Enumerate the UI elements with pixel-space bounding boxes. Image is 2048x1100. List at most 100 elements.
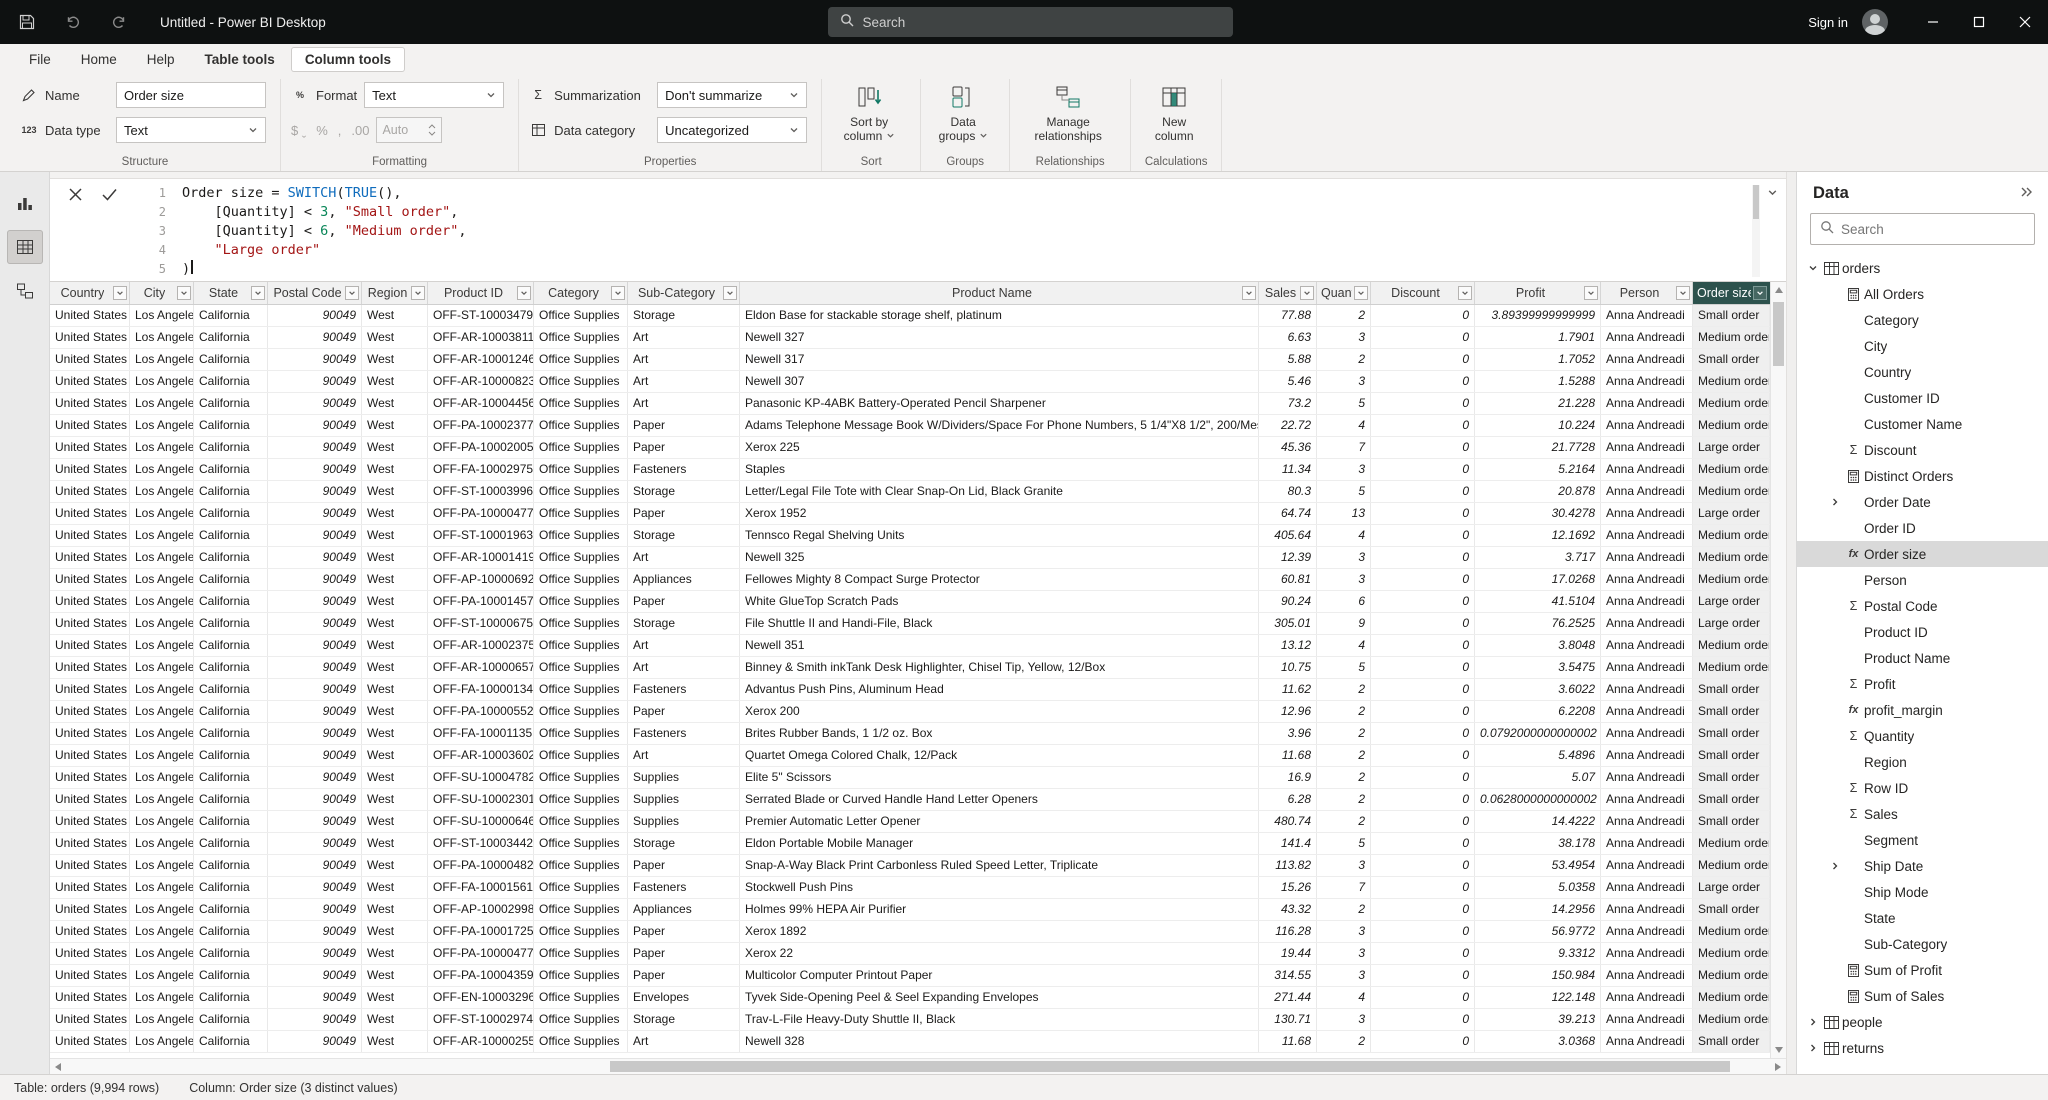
table-cell[interactable]: Fasteners (628, 679, 740, 700)
table-cell[interactable]: United States (50, 415, 130, 436)
table-cell[interactable]: Los Angeles (130, 481, 194, 502)
chevron-right-icon[interactable] (1805, 1017, 1821, 1027)
table-cell[interactable]: Los Angeles (130, 393, 194, 414)
table-cell[interactable]: Los Angeles (130, 349, 194, 370)
table-cell[interactable]: 90049 (268, 1009, 362, 1030)
table-cell[interactable]: 16.9 (1259, 767, 1317, 788)
table-cell[interactable]: Holmes 99% HEPA Air Purifier (740, 899, 1259, 920)
table-cell[interactable]: Letter/Legal File Tote with Clear Snap-O… (740, 481, 1259, 502)
filter-icon[interactable] (1354, 286, 1368, 300)
table-cell[interactable]: Xerox 22 (740, 943, 1259, 964)
table-cell[interactable]: United States (50, 789, 130, 810)
table-cell[interactable]: West (362, 569, 428, 590)
column-header-product-name[interactable]: Product Name (740, 282, 1259, 304)
table-cell[interactable]: West (362, 1031, 428, 1052)
table-cell[interactable]: OFF-AP-10002998 (428, 899, 534, 920)
field-item-ship-date[interactable]: Ship Date (1797, 853, 2048, 879)
table-cell[interactable]: Xerox 1952 (740, 503, 1259, 524)
table-cell[interactable]: Paper (628, 855, 740, 876)
table-cell[interactable]: United States (50, 481, 130, 502)
table-cell[interactable]: 2 (1317, 679, 1371, 700)
table-cell[interactable]: West (362, 481, 428, 502)
table-cell[interactable]: 4 (1317, 525, 1371, 546)
table-cell[interactable]: Large order (1693, 437, 1770, 458)
table-cell[interactable]: Los Angeles (130, 855, 194, 876)
column-header-postal-code[interactable]: Postal Code (268, 282, 362, 304)
table-cell[interactable]: OFF-PA-10004359 (428, 965, 534, 986)
table-cell[interactable]: Anna Andreadi (1601, 613, 1693, 634)
field-item-country[interactable]: Country (1797, 359, 2048, 385)
table-cell[interactable]: 0 (1371, 877, 1475, 898)
avatar[interactable] (1862, 9, 1888, 35)
table-cell[interactable]: 3.96 (1259, 723, 1317, 744)
table-cell[interactable]: 90049 (268, 679, 362, 700)
table-cell[interactable]: Newell 325 (740, 547, 1259, 568)
table-cell[interactable]: West (362, 745, 428, 766)
table-cell[interactable]: 0 (1371, 855, 1475, 876)
column-header-region[interactable]: Region (362, 282, 428, 304)
table-cell[interactable]: United States (50, 877, 130, 898)
table-cell[interactable]: Art (628, 349, 740, 370)
table-cell[interactable]: OFF-PA-10001457 (428, 591, 534, 612)
chevron-right-icon[interactable] (1827, 497, 1843, 507)
table-cell[interactable]: Tennsco Regal Shelving Units (740, 525, 1259, 546)
table-cell[interactable]: 1.7901 (1475, 327, 1601, 348)
table-cell[interactable]: Los Angeles (130, 613, 194, 634)
field-item-all-orders[interactable]: All Orders (1797, 281, 2048, 307)
table-cell[interactable]: West (362, 613, 428, 634)
field-item-sub-category[interactable]: Sub-Category (1797, 931, 2048, 957)
table-cell[interactable]: 77.88 (1259, 305, 1317, 326)
table-cell[interactable]: 90049 (268, 591, 362, 612)
table-cell[interactable]: Office Supplies (534, 1031, 628, 1052)
column-header-state[interactable]: State (194, 282, 268, 304)
table-cell[interactable]: 3 (1317, 547, 1371, 568)
table-cell[interactable]: Medium order (1693, 635, 1770, 656)
filter-icon[interactable] (517, 286, 531, 300)
table-cell[interactable]: California (194, 1009, 268, 1030)
table-cell[interactable]: Office Supplies (534, 855, 628, 876)
table-cell[interactable]: California (194, 393, 268, 414)
table-cell[interactable]: United States (50, 723, 130, 744)
table-cell[interactable]: Los Angeles (130, 767, 194, 788)
table-cell[interactable]: Large order (1693, 613, 1770, 634)
table-cell[interactable]: Medium order (1693, 855, 1770, 876)
table-cell[interactable]: Stockwell Push Pins (740, 877, 1259, 898)
table-cell[interactable]: 405.64 (1259, 525, 1317, 546)
table-cell[interactable]: 19.44 (1259, 943, 1317, 964)
table-cell[interactable]: United States (50, 547, 130, 568)
table-cell[interactable]: 1.5288 (1475, 371, 1601, 392)
table-cell[interactable]: 0 (1371, 943, 1475, 964)
table-cell[interactable]: Los Angeles (130, 569, 194, 590)
table-cell[interactable]: 7 (1317, 877, 1371, 898)
table-cell[interactable]: Storage (628, 481, 740, 502)
table-cell[interactable]: 0 (1371, 899, 1475, 920)
table-cell[interactable]: United States (50, 987, 130, 1008)
table-cell[interactable]: Paper (628, 503, 740, 524)
table-cell[interactable]: Medium order (1693, 569, 1770, 590)
table-cell[interactable]: Anna Andreadi (1601, 393, 1693, 414)
field-item-order-id[interactable]: Order ID (1797, 515, 2048, 541)
table-cell[interactable]: Anna Andreadi (1601, 459, 1693, 480)
table-cell[interactable]: OFF-PA-10000482 (428, 855, 534, 876)
field-item-returns[interactable]: returns (1797, 1035, 2048, 1061)
table-cell[interactable]: 90049 (268, 437, 362, 458)
table-cell[interactable]: Large order (1693, 591, 1770, 612)
table-cell[interactable]: 53.4954 (1475, 855, 1601, 876)
table-cell[interactable]: Xerox 1892 (740, 921, 1259, 942)
table-cell[interactable]: 90049 (268, 723, 362, 744)
table-cell[interactable]: 2 (1317, 789, 1371, 810)
table-cell[interactable]: California (194, 481, 268, 502)
table-cell[interactable]: OFF-AR-10000657 (428, 657, 534, 678)
table-cell[interactable]: 2 (1317, 811, 1371, 832)
field-item-region[interactable]: Region (1797, 749, 2048, 775)
table-cell[interactable]: Small order (1693, 723, 1770, 744)
table-cell[interactable]: 2 (1317, 701, 1371, 722)
fields-search-input[interactable] (1841, 221, 2025, 237)
table-cell[interactable]: West (362, 657, 428, 678)
table-cell[interactable]: 480.74 (1259, 811, 1317, 832)
table-cell[interactable]: 0.0628000000000002 (1475, 789, 1601, 810)
scroll-down-icon[interactable] (1775, 1047, 1783, 1053)
table-cell[interactable]: United States (50, 437, 130, 458)
dax-editor[interactable]: 1 Order size = SWITCH(TRUE (), 2 [Quantity]… (136, 179, 1786, 281)
table-cell[interactable]: 0 (1371, 327, 1475, 348)
